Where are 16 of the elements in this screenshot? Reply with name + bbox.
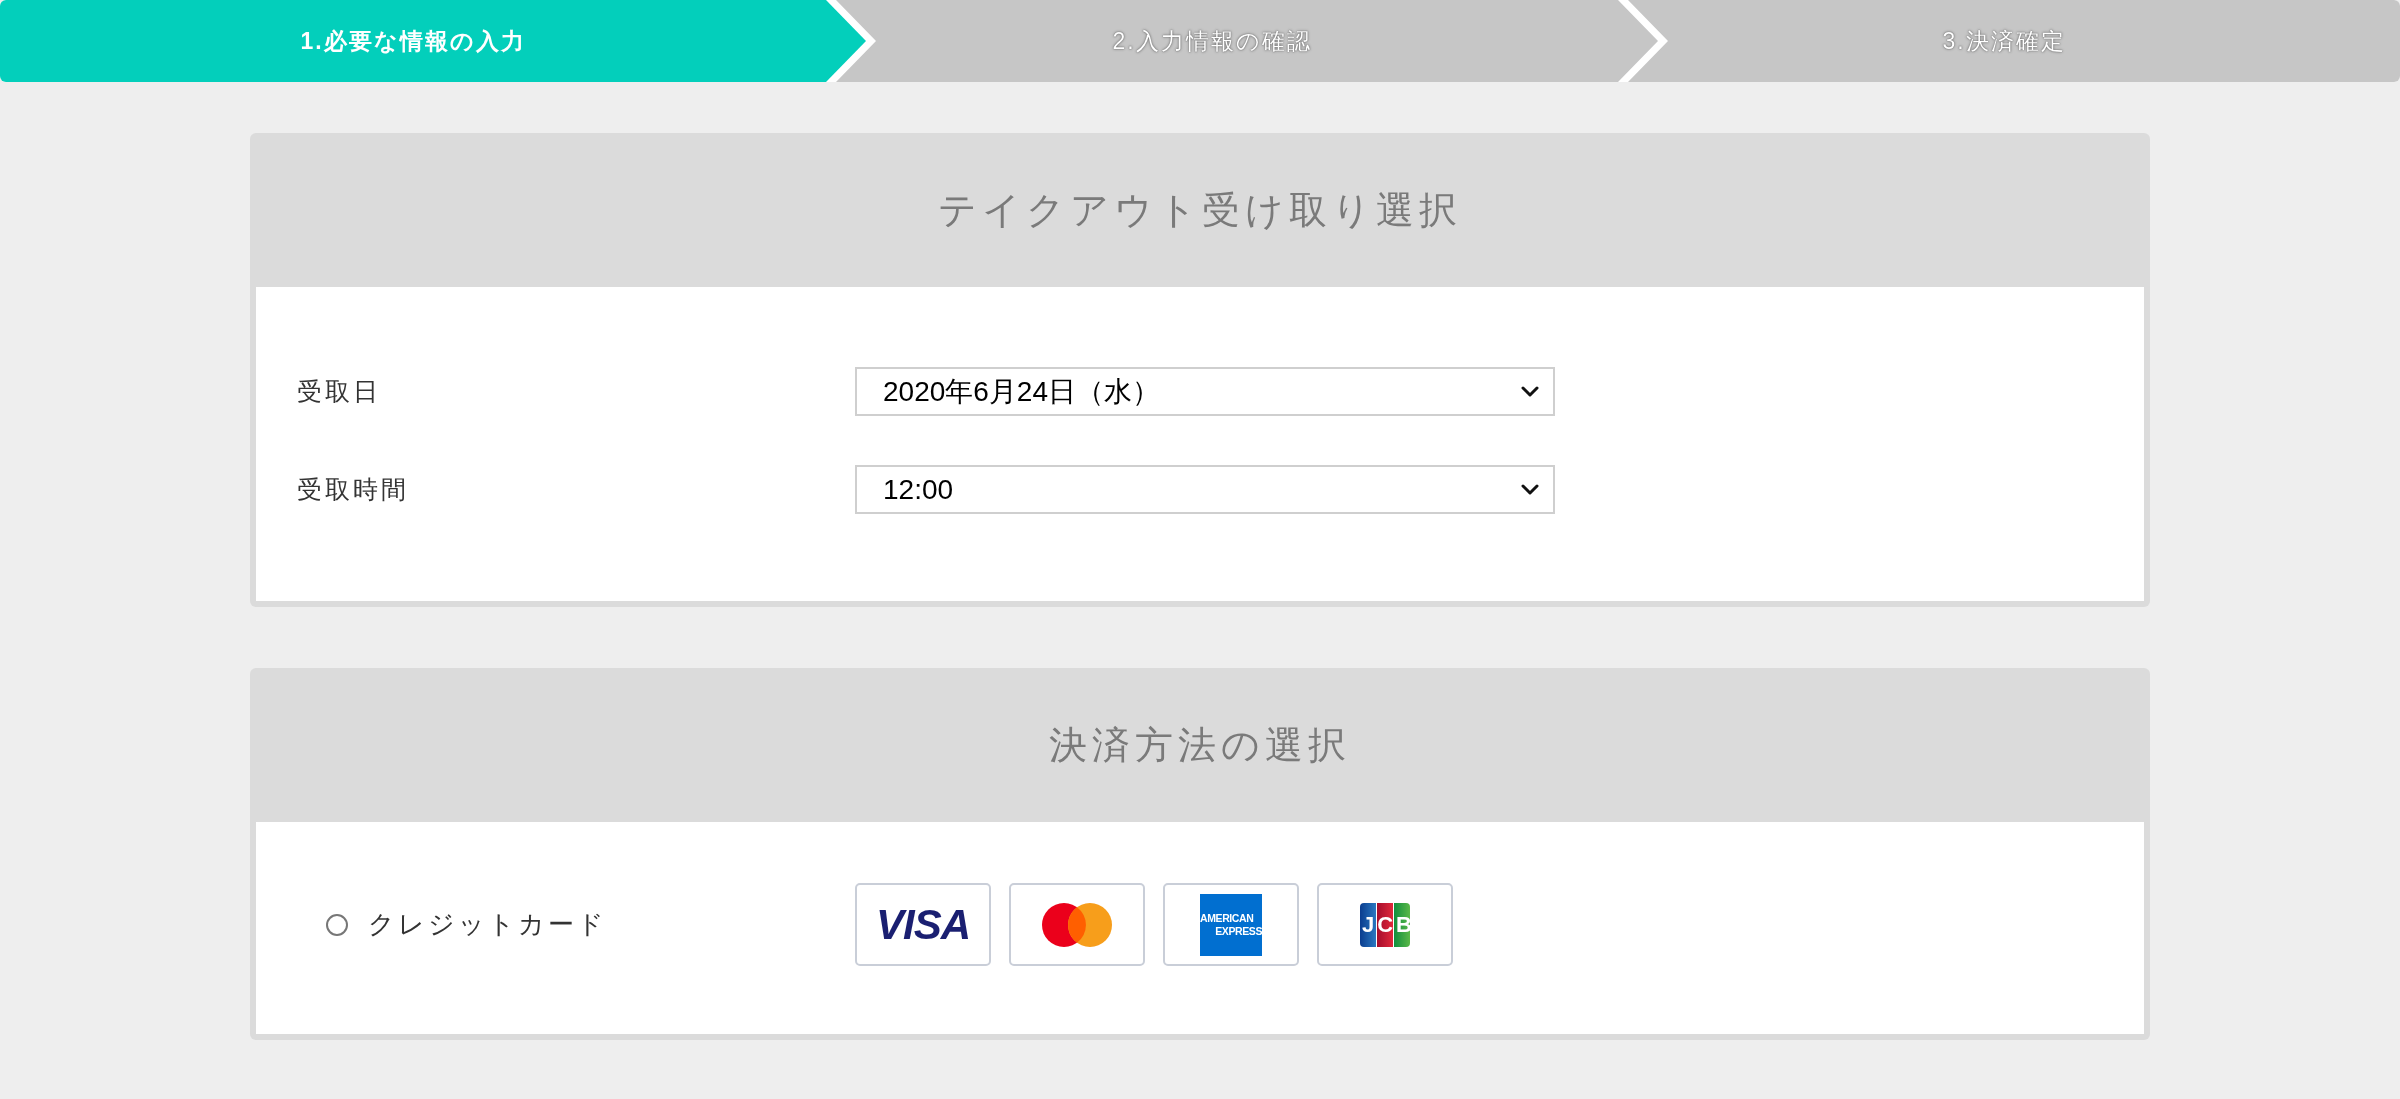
chevron-down-icon (1521, 483, 1539, 496)
radio-button[interactable] (326, 913, 348, 936)
progress-step: 2.入力情報の確認 (836, 0, 1658, 82)
chevron-down-icon (1521, 385, 1539, 398)
section-title: 決済方法の選択 (1049, 722, 1351, 768)
progress-step: 3.決済確定 (1628, 0, 2400, 82)
amex-logo: AMERICAN EXPRESS (1200, 893, 1262, 956)
field-label: 受取時間 (297, 474, 410, 505)
section-title: テイクアウト受け取り選択 (938, 187, 1462, 233)
overlapping-circles-icon (1042, 902, 1112, 947)
select-field[interactable]: 12:00 (855, 465, 1555, 514)
progress-step: 1.必要な情報の入力 (0, 0, 866, 82)
option-label[interactable]: クレジットカード (368, 907, 607, 942)
select-field[interactable]: 2020年6月24日（水） (855, 367, 1555, 416)
field-label: 受取日 (297, 376, 382, 407)
visa-logo: VISA (876, 903, 970, 946)
